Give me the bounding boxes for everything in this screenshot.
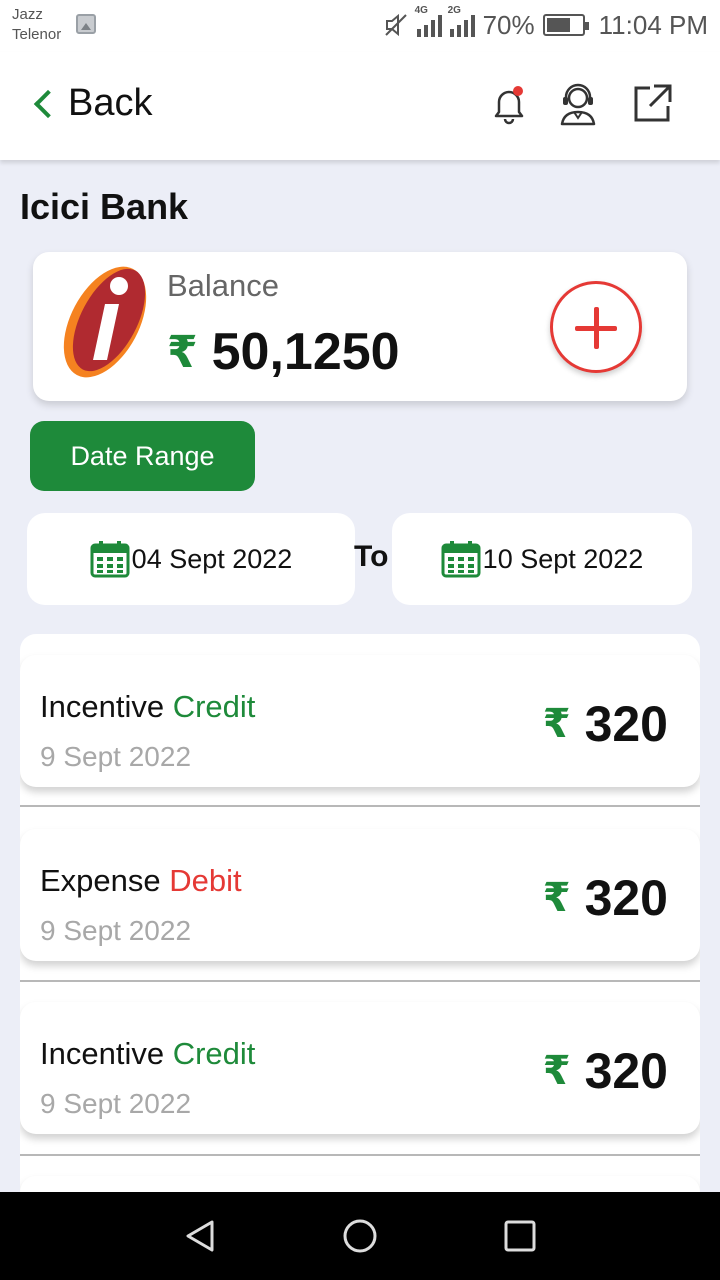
transaction-list: Incentive Credit 9 Sept 2022 ₹ 320 Expen… (20, 634, 700, 1194)
transaction-name: Incentive (40, 689, 165, 724)
transaction-name: Expense (40, 863, 161, 898)
transaction-card[interactable]: Expense Debit 9 Sept 2022 ₹ 320 (20, 829, 700, 961)
date-range-button[interactable]: Date Range (30, 421, 255, 491)
divider (20, 1154, 700, 1156)
carrier-line2: Telenor (12, 26, 62, 43)
balance-amount-row: ₹ 50,1250 (167, 322, 400, 382)
transaction-amount: 320 (584, 870, 668, 926)
transaction-amount: 320 (584, 696, 668, 752)
external-link-icon[interactable] (628, 80, 676, 128)
back-triangle-icon[interactable] (182, 1218, 218, 1254)
transaction-date: 9 Sept 2022 (40, 1088, 192, 1119)
mute-icon (384, 13, 407, 37)
transaction-type: Debit (169, 863, 242, 898)
calendar-icon (90, 541, 130, 578)
transaction-title: Incentive Credit (40, 689, 255, 725)
back-button[interactable]: Back (30, 82, 152, 125)
transaction-title: Expense Debit (40, 863, 242, 899)
balance-card: Balance ₹ 50,1250 (33, 252, 687, 401)
transaction-title: Incentive Credit (40, 1036, 255, 1072)
battery-percent: 70% (482, 9, 535, 40)
notification-dot (513, 86, 523, 96)
support-agent-icon[interactable] (554, 80, 602, 128)
carrier-info: Jazz Telenor (12, 5, 61, 45)
to-date-picker[interactable]: 10 Sept 2022 (392, 513, 692, 605)
transaction-type: Credit (172, 689, 256, 724)
app-header: Back (0, 52, 720, 160)
divider (20, 805, 700, 807)
rupee-icon: ₹ (542, 1048, 571, 1094)
balance-amount: 50,1250 (211, 323, 400, 381)
transaction-amount: 320 (584, 1043, 668, 1099)
page-title: Icici Bank (20, 186, 189, 227)
transaction-name: Incentive (40, 1036, 165, 1071)
back-label: Back (68, 82, 153, 124)
to-date: 10 Sept 2022 (482, 543, 644, 574)
transaction-amount-row: ₹ 320 (543, 1042, 668, 1100)
from-date: 04 Sept 2022 (131, 543, 293, 574)
rupee-icon: ₹ (542, 701, 571, 747)
balance-label: Balance (167, 268, 280, 303)
divider (20, 980, 700, 982)
battery-icon (542, 14, 589, 36)
signal-4g-icon: 4G (415, 5, 442, 37)
chevron-left-icon (33, 89, 63, 118)
transaction-type: Credit (172, 1036, 256, 1071)
carrier-line1: Jazz (12, 6, 43, 23)
transaction-date: 9 Sept 2022 (40, 741, 192, 772)
icici-logo (63, 266, 147, 378)
bell-icon[interactable] (485, 80, 533, 128)
transaction-date: 9 Sept 2022 (40, 915, 192, 946)
recents-square-icon[interactable] (502, 1218, 538, 1254)
transaction-amount-row: ₹ 320 (543, 695, 668, 753)
to-label: To (354, 540, 389, 573)
rupee-icon: ₹ (167, 326, 198, 378)
add-plus-button[interactable] (550, 281, 642, 373)
home-circle-icon[interactable] (342, 1218, 378, 1254)
system-nav-bar (0, 1192, 720, 1280)
status-indicators: 4G 2G 70% 11:04 PM (383, 5, 708, 42)
rupee-icon: ₹ (542, 875, 571, 921)
clock: 11:04 PM (598, 9, 708, 40)
calendar-icon (441, 541, 481, 578)
status-bar: Jazz Telenor 4G 2G 70% 11:04 PM (0, 0, 720, 52)
signal-2g-icon: 2G (448, 5, 475, 37)
transaction-card[interactable]: Incentive Credit 9 Sept 2022 ₹ 320 (20, 655, 700, 787)
transaction-card[interactable]: Incentive Credit 9 Sept 2022 ₹ 320 (20, 1002, 700, 1134)
gallery-notification-icon (76, 14, 96, 34)
from-date-picker[interactable]: 04 Sept 2022 (27, 513, 355, 605)
transaction-amount-row: ₹ 320 (543, 869, 668, 927)
